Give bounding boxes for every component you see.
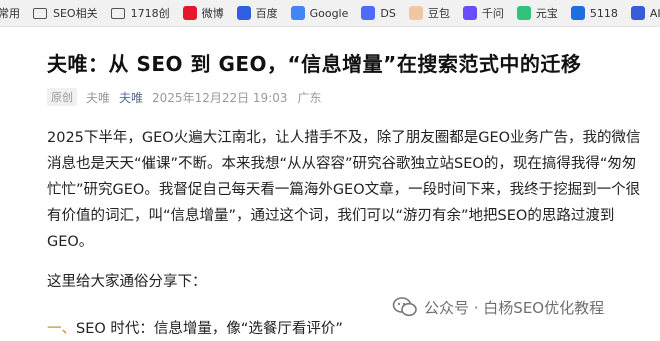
location: 广东 [297, 90, 322, 105]
weibo-icon [182, 6, 197, 20]
bookmark-item[interactable]: 千问 [462, 5, 504, 21]
baidu-icon [236, 6, 251, 20]
bookmark-item[interactable]: 1718创 [110, 5, 170, 21]
paragraph-intro: 2025下半年，GEO火遍大江南北，让人措手不及，除了朋友圈都是GEO业务广告，… [47, 130, 641, 250]
bookmark-item[interactable]: 元宝 [516, 5, 558, 21]
watermark-text: 公众号 · 白杨SEO优化教程 [424, 298, 605, 317]
section-text: SEO 时代：信息增量，像“选餐厅看评价” [76, 321, 343, 337]
section-number: 一、 [47, 321, 76, 337]
bookmark-label: 元宝 [535, 7, 558, 20]
bookmark-label: 百度 [255, 7, 278, 20]
paragraph-share: 这里给大家通俗分享下： [47, 274, 207, 290]
google-icon [290, 6, 305, 20]
bookmark-item[interactable]: 微博 [182, 5, 224, 21]
5118-icon [570, 6, 585, 20]
bookmark-label: AIDS [649, 6, 660, 20]
original-badge: 原创 [47, 88, 77, 106]
bookmark-item[interactable]: SEO相关 [33, 5, 98, 21]
bookmark-item[interactable]: DS [361, 6, 396, 20]
bookmarks-bar: 常用 SEO相关 1718创 微博 百度 Google DS 豆包 千问 元宝 5118 AIDS [0, 0, 660, 27]
article-title: 夫唯：从 SEO 到 GEO，“信息增量”在搜索范式中的迁移 [47, 52, 582, 76]
doubao-icon [408, 6, 423, 20]
bookmark-label: DS [380, 6, 396, 20]
wechat-official-account-icon [392, 297, 417, 317]
aids-icon [630, 6, 645, 20]
article-meta: 原创 夫唯 夫唯 2025年12月22日 19:03 广东 [47, 88, 322, 106]
deepseek-icon [361, 6, 376, 20]
bookmark-item[interactable]: AIDS [630, 6, 660, 20]
watermark: 公众号 · 白杨SEO优化教程 [392, 296, 604, 318]
bookmark-label: 千问 [481, 7, 504, 20]
bookmark-label: 5118 [589, 6, 618, 20]
qianwen-icon [462, 6, 477, 20]
bookmark-item[interactable]: 常用 [0, 5, 20, 21]
publish-date: 2025年12月22日 19:03 [152, 90, 288, 105]
section-heading: 一、SEO 时代：信息增量，像“选餐厅看评价” [47, 317, 343, 338]
folder-icon [33, 7, 47, 19]
bookmark-label: 常用 [0, 7, 20, 20]
bookmark-item[interactable]: 5118 [570, 6, 618, 20]
bookmark-label: 微博 [201, 7, 224, 20]
bookmark-label: Google [309, 6, 349, 20]
author-name: 夫唯 [86, 90, 111, 105]
bookmark-item[interactable]: Google [290, 6, 349, 20]
bookmark-item[interactable]: 百度 [236, 5, 278, 21]
bookmark-label: 1718创 [130, 7, 170, 20]
account-link[interactable]: 夫唯 [119, 89, 143, 106]
bookmark-label: SEO相关 [53, 7, 98, 20]
bookmark-item[interactable]: 豆包 [408, 5, 450, 21]
bookmark-label: 豆包 [427, 7, 450, 20]
yuanbao-icon [516, 6, 531, 20]
folder-icon [110, 7, 125, 19]
